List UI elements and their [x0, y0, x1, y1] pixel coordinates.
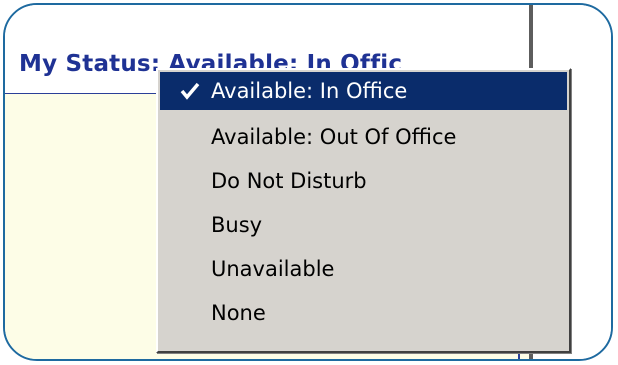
menu-item-label: Available: Out Of Office [211, 125, 457, 149]
menu-item-label: Available: In Office [211, 79, 408, 103]
menu-item-available-in-office[interactable]: Available: In Office [160, 72, 567, 110]
menu-item-label: Do Not Disturb [211, 169, 367, 193]
menu-item-label: None [211, 301, 266, 325]
menu-item-label: Busy [211, 213, 263, 237]
menu-item-busy[interactable]: Busy [160, 206, 567, 244]
menu-item-none[interactable]: None [160, 294, 567, 332]
status-dropdown-menu: Available: In Office Available: Out Of O… [156, 68, 571, 353]
menu-item-do-not-disturb[interactable]: Do Not Disturb [160, 162, 567, 200]
menu-item-available-out-of-office[interactable]: Available: Out Of Office [160, 118, 567, 156]
menu-item-unavailable[interactable]: Unavailable [160, 250, 567, 288]
checkmark-icon [179, 72, 203, 110]
menu-item-label: Unavailable [211, 257, 335, 281]
